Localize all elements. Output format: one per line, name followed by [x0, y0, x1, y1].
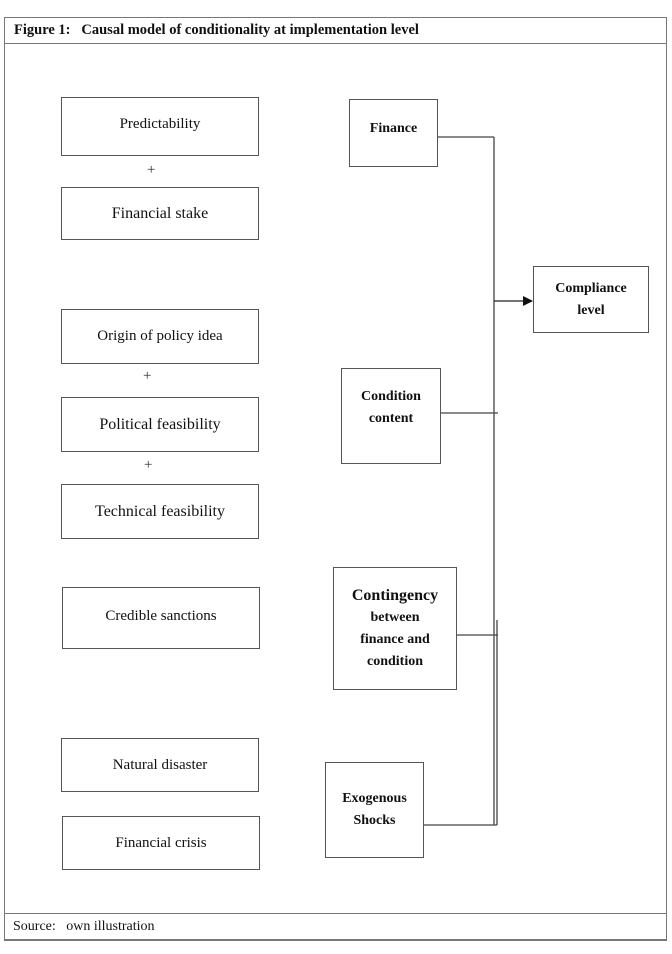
determinant-exogenous-shocks: Exogenous Shocks — [325, 762, 424, 858]
determinant-label: content — [368, 411, 414, 426]
determinant-label: condition — [366, 653, 423, 669]
determinant-condition-content: Condition content — [341, 368, 441, 464]
figure-source-row: Source: own illustration — [4, 913, 667, 941]
determinant-label: Exogenous — [342, 791, 407, 806]
outcome-label: Compliance — [555, 280, 627, 296]
determinant-contingency: Contingency between finance and conditio… — [333, 567, 457, 690]
figure-source: Source: own illustration — [13, 919, 155, 934]
determinant-label: Contingency — [351, 586, 439, 604]
determinant-label: finance and — [360, 631, 430, 647]
outcome-compliance-level: Compliance level — [533, 266, 649, 333]
determinant-label: Shocks — [353, 813, 396, 828]
determinant-finance: Finance — [349, 99, 438, 167]
determinant-label: between — [370, 609, 420, 625]
determinant-label: Finance — [369, 121, 418, 136]
outcome-label: level — [577, 302, 605, 318]
determinant-label: Condition — [361, 389, 421, 404]
